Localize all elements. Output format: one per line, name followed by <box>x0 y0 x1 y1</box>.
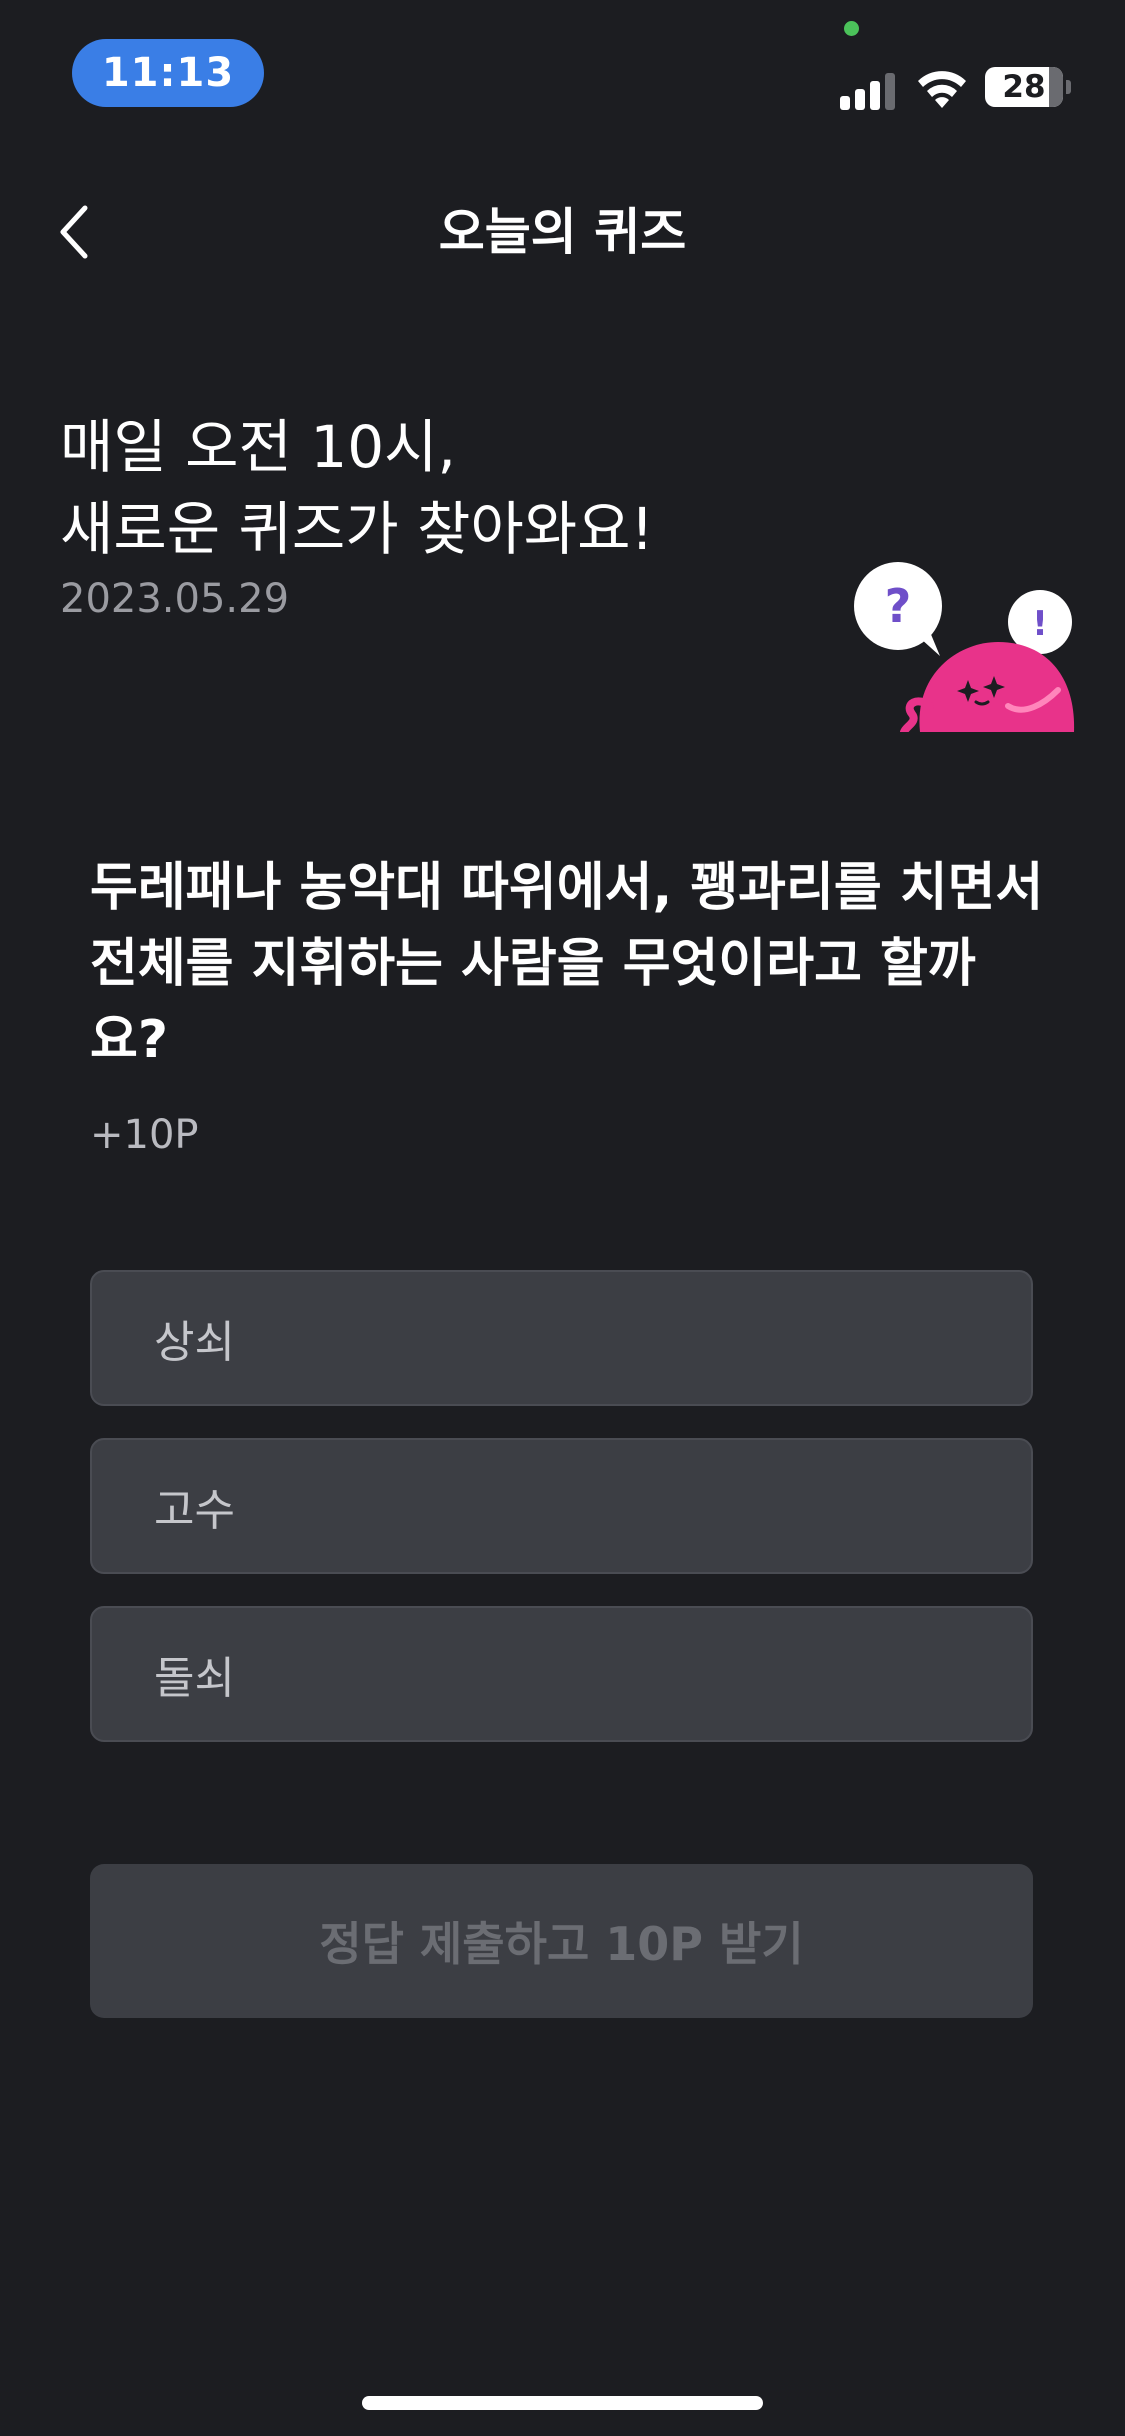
quiz-date: 2023.05.29 <box>60 576 290 622</box>
battery-icon: 28 <box>985 67 1063 107</box>
status-time: 11:13 <box>72 39 264 107</box>
answer-option-1[interactable]: 상쇠 <box>90 1270 1033 1406</box>
battery-level: 28 <box>1002 69 1046 105</box>
wifi-icon <box>918 71 966 108</box>
quiz-question: 두레패나 농악대 따위에서, 꽹과리를 치면서 전체를 지휘하는 사람을 무엇이… <box>90 858 1044 1070</box>
back-button[interactable] <box>44 196 104 268</box>
intro-line-1: 매일 오전 10시, <box>60 413 456 481</box>
answer-option-label: 고수 <box>154 1485 235 1536</box>
question-bubble-icon: ? <box>854 562 942 656</box>
cellular-signal-icon <box>840 70 898 110</box>
quiz-mascot-illustration: ? ! <box>854 562 1075 732</box>
answer-option-label: 상쇠 <box>154 1317 235 1368</box>
battery-tip <box>1066 80 1071 94</box>
privacy-indicator-dot <box>844 21 859 36</box>
answer-option-2[interactable]: 고수 <box>90 1438 1033 1574</box>
answer-option-3[interactable]: 돌쇠 <box>90 1606 1033 1742</box>
pink-blob-character <box>900 642 1075 732</box>
submit-answer-button[interactable]: 정답 제출하고 10P 받기 <box>90 1864 1033 2018</box>
mascot-question-mark: ? <box>885 579 912 633</box>
answer-option-label: 돌쇠 <box>154 1653 235 1704</box>
home-indicator[interactable] <box>362 2396 763 2410</box>
intro-line-2: 새로운 퀴즈가 찾아와요! <box>60 495 654 563</box>
intro-heading: 매일 오전 10시, 새로운 퀴즈가 찾아와요! <box>60 406 654 570</box>
page-title: 오늘의 퀴즈 <box>438 203 687 261</box>
mascot-exclamation-mark: ! <box>1032 604 1048 644</box>
chevron-left-icon <box>60 205 88 259</box>
reward-points: +10P <box>90 1112 199 1158</box>
